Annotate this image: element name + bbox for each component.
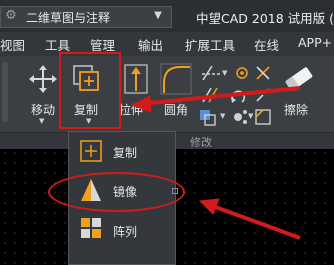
annotation-arrows [130, 86, 301, 240]
